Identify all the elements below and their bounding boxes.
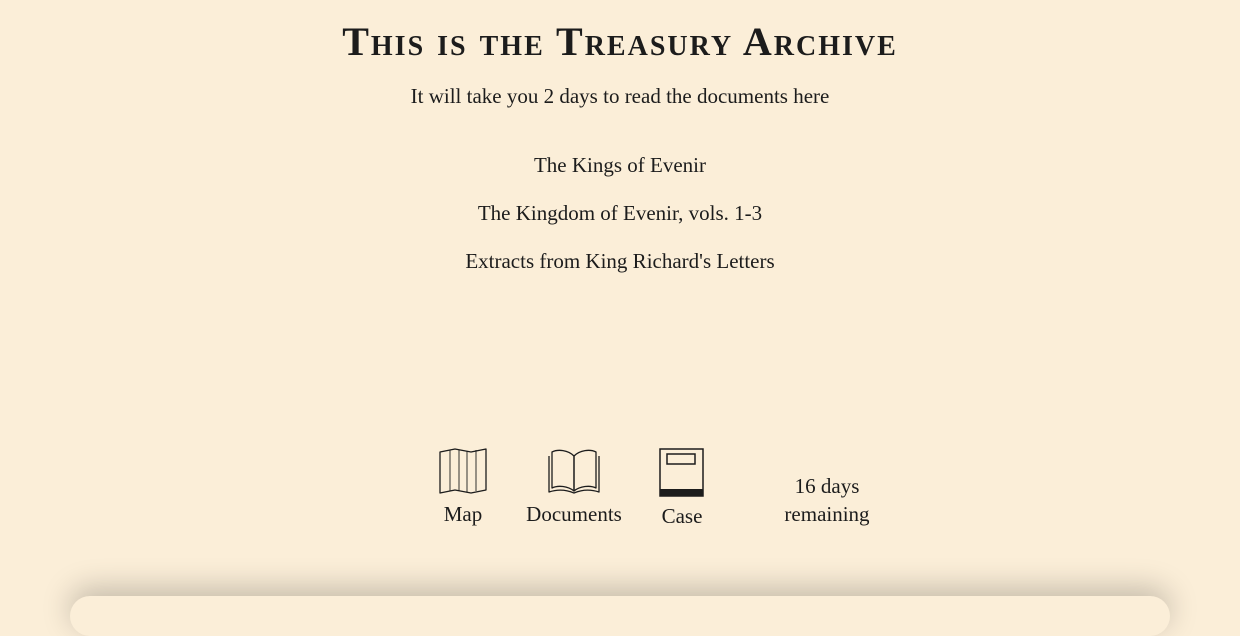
case-box-icon [659, 448, 704, 497]
days-suffix: remaining [784, 502, 870, 526]
documents-label: Documents [526, 502, 622, 526]
document-item[interactable]: Extracts from King Richard's Letters [0, 246, 1240, 294]
open-book-icon [548, 449, 600, 494]
bottom-panel-shadow [70, 596, 1170, 636]
map-icon [439, 448, 487, 494]
map-label: Map [443, 502, 483, 526]
page-title: This is the Treasury Archive [342, 19, 898, 64]
archive-screen: This is the Treasury Archive It will tak… [0, 0, 1240, 596]
map-button[interactable]: Map [423, 448, 503, 527]
document-item[interactable]: The Kings of Evenir [0, 150, 1240, 198]
reading-time-text: It will take you 2 days to read the docu… [410, 84, 830, 108]
days-count: 16 days [794, 474, 860, 498]
case-label: Case [661, 504, 703, 528]
days-remaining: 16 days remaining [767, 472, 887, 528]
documents-button[interactable]: Documents [519, 448, 629, 527]
case-button[interactable]: Case [642, 448, 722, 529]
bottom-toolbar: Map Documents Case 16 days remaining [0, 448, 1240, 538]
document-item[interactable]: The Kingdom of Evenir, vols. 1-3 [0, 198, 1240, 246]
document-list: The Kings of Evenir The Kingdom of Eveni… [0, 150, 1240, 294]
